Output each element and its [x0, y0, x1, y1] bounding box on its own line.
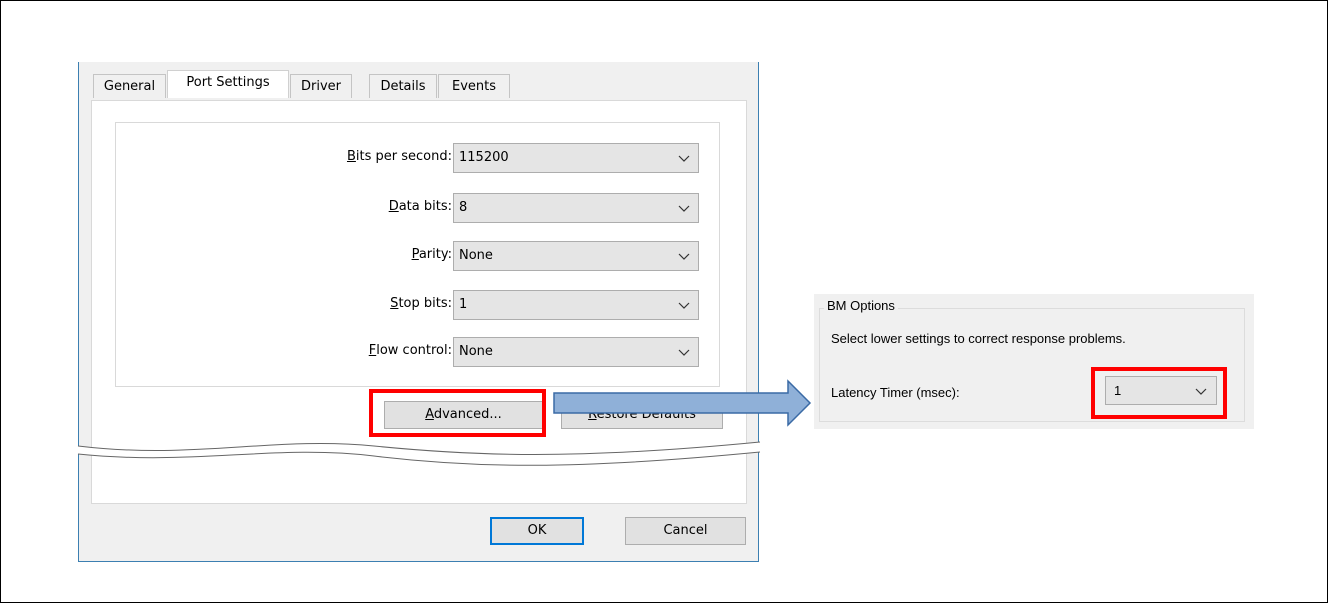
tab-port-settings[interactable]: Port Settings: [167, 70, 289, 98]
arrow-right-icon: [553, 379, 812, 427]
chevron-down-icon: [678, 155, 690, 162]
latency-timer-label: Latency Timer (msec):: [831, 385, 960, 400]
tab-details[interactable]: Details: [369, 74, 437, 98]
ok-button[interactable]: OK: [490, 517, 584, 545]
data-bits-value: 8: [459, 200, 468, 215]
bm-options-legend: BM Options: [824, 298, 898, 313]
chevron-down-icon: [678, 205, 690, 212]
tab-events[interactable]: Events: [438, 74, 510, 98]
parity-value: None: [459, 248, 493, 263]
bm-options-hint: Select lower settings to correct respons…: [831, 331, 1126, 346]
data-bits-select[interactable]: 8: [453, 193, 699, 223]
bits-per-second-label: Bits per second:: [346, 149, 452, 164]
flow-control-label: Flow control:: [368, 343, 452, 358]
flow-control-value: None: [459, 344, 493, 359]
stop-bits-label: Stop bits:: [390, 296, 452, 311]
data-bits-label: Data bits:: [388, 199, 452, 214]
chevron-down-icon: [678, 253, 690, 260]
tab-driver[interactable]: Driver: [290, 74, 352, 98]
parity-label: Parity:: [411, 247, 452, 262]
tab-general[interactable]: General: [93, 74, 166, 98]
latency-highlight: [1091, 367, 1227, 419]
bits-per-second-select[interactable]: 115200: [453, 143, 699, 173]
chevron-down-icon: [678, 302, 690, 309]
stop-bits-value: 1: [459, 297, 468, 312]
chevron-down-icon: [678, 349, 690, 356]
cancel-button[interactable]: Cancel: [625, 517, 746, 545]
stop-bits-select[interactable]: 1: [453, 290, 699, 320]
wavy-break-lines: [74, 441, 761, 466]
port-properties-dialog: General Port Settings Driver Details Eve…: [78, 62, 759, 562]
parity-select[interactable]: None: [453, 241, 699, 271]
bits-per-second-value: 115200: [459, 150, 509, 165]
flow-control-select[interactable]: None: [453, 337, 699, 367]
